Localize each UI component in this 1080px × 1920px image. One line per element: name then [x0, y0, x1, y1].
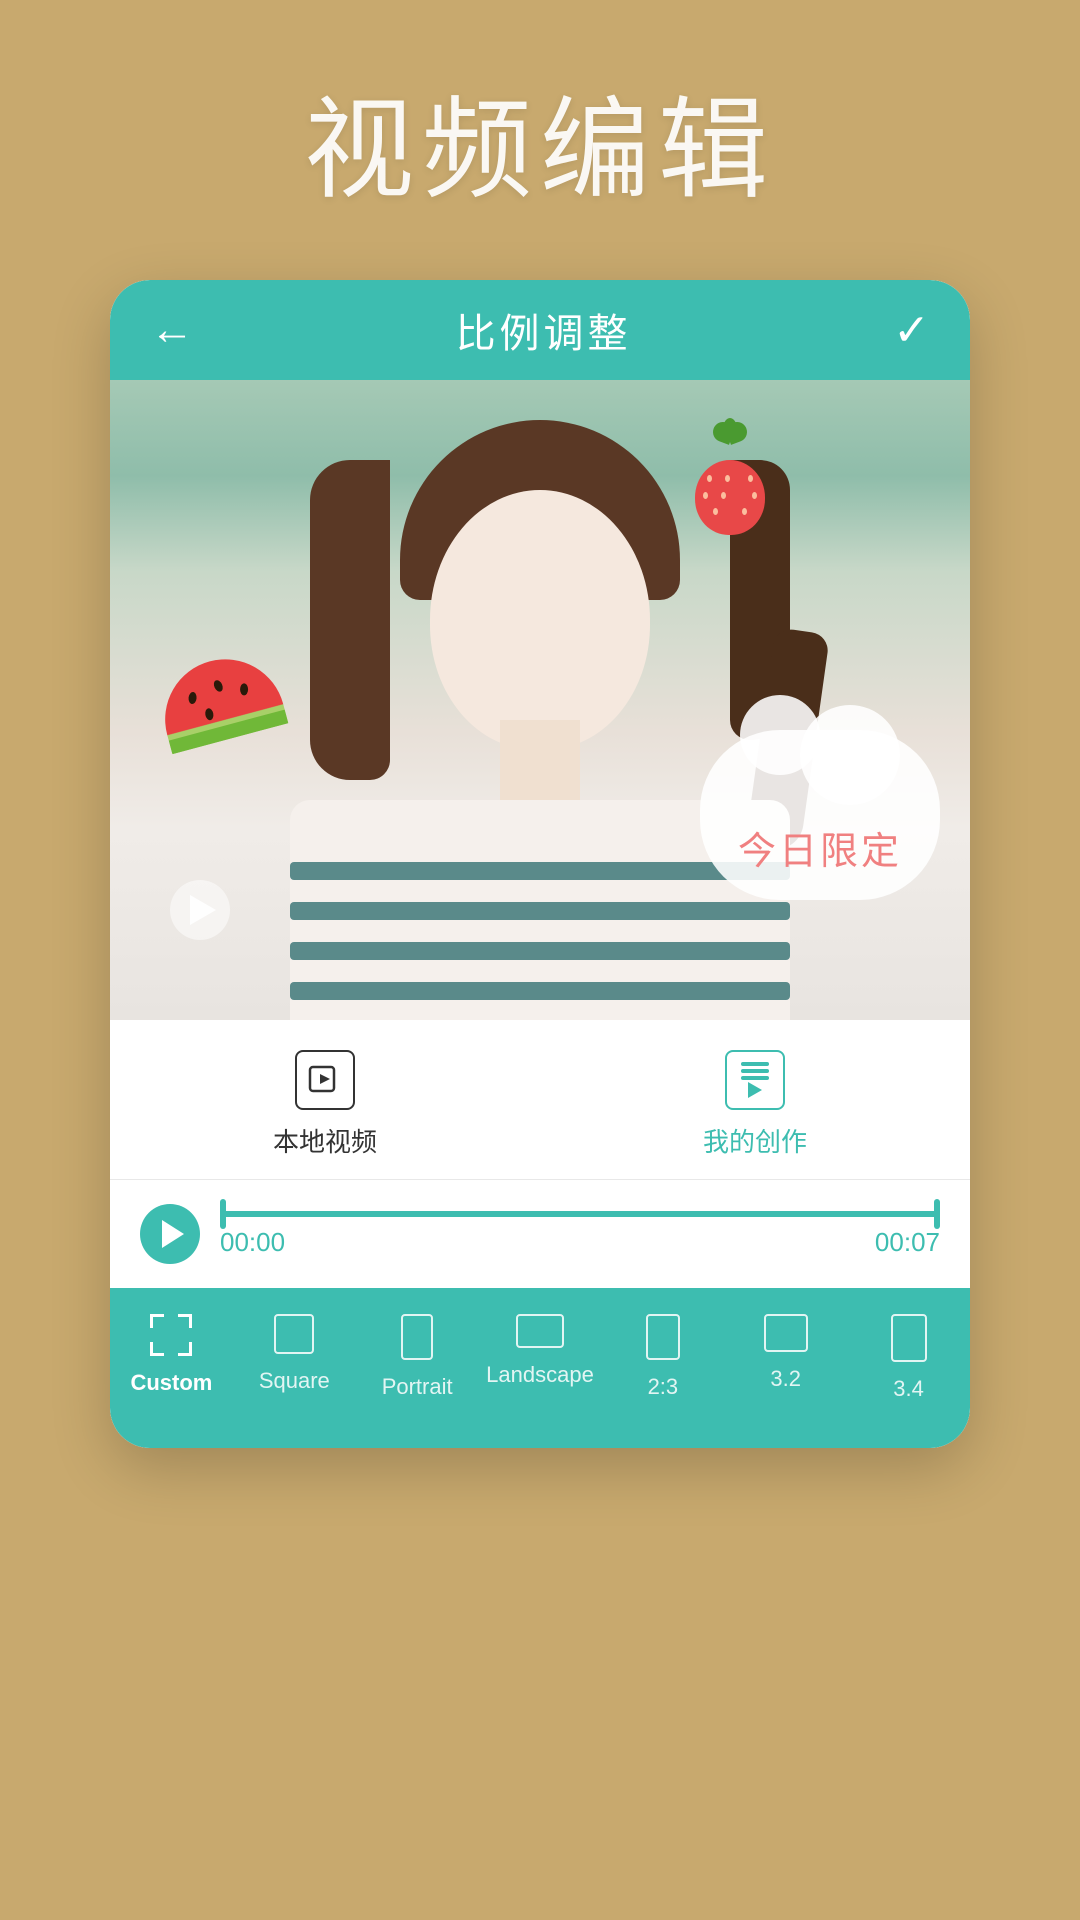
local-video-label: 本地视频 — [273, 1122, 377, 1159]
controls-area: 本地视频 我的创作 — [110, 1020, 970, 1180]
play-icon — [190, 895, 216, 925]
hair-left — [310, 460, 390, 780]
corner-tl — [150, 1314, 164, 1328]
wm-seed — [204, 708, 214, 721]
ratio-label-34: 3.4 — [893, 1376, 924, 1402]
strawberry-center-leaf — [723, 418, 737, 440]
phone-card: ← 比例调整 ✓ — [110, 280, 970, 1448]
ratio-item-custom[interactable]: Custom — [110, 1304, 233, 1396]
back-button[interactable]: ← — [150, 305, 194, 355]
timeline-area: 00:00 00:07 — [110, 1180, 970, 1288]
ratio-label-square: Square — [259, 1368, 330, 1394]
local-video-control[interactable]: 本地视频 — [273, 1050, 377, 1159]
ratio-icon-34 — [891, 1314, 927, 1362]
wm-seed — [188, 692, 197, 705]
header-title: 比例调整 — [456, 301, 632, 359]
watermelon-slice — [152, 646, 289, 754]
stripe — [290, 982, 790, 1000]
ratio-bar: Custom Square Portrait Landscape 2:3 — [110, 1288, 970, 1448]
timeline-track[interactable] — [220, 1211, 940, 1217]
s-seed — [707, 475, 712, 482]
ratio-item-32[interactable]: 3.2 — [724, 1304, 847, 1392]
ratio-icon-square — [274, 1314, 314, 1354]
ratio-icon-portrait — [401, 1314, 433, 1360]
play-overlay[interactable] — [170, 880, 230, 940]
strawberry-body — [695, 460, 765, 535]
ratio-item-portrait[interactable]: Portrait — [356, 1304, 479, 1400]
my-line — [741, 1076, 769, 1080]
ratio-item-landscape[interactable]: Landscape — [479, 1304, 602, 1388]
ratio-icon-23 — [646, 1314, 680, 1360]
timeline-end-time: 00:07 — [875, 1227, 940, 1258]
my-line — [741, 1062, 769, 1066]
ratio-label-23: 2:3 — [648, 1374, 679, 1400]
confirm-button[interactable]: ✓ — [893, 305, 930, 356]
timeline-times: 00:00 00:07 — [220, 1227, 940, 1258]
wm-seed — [212, 679, 224, 693]
corner-br — [178, 1342, 192, 1356]
s-seed — [713, 508, 718, 515]
ratio-item-23[interactable]: 2:3 — [601, 1304, 724, 1400]
card-header: ← 比例调整 ✓ — [110, 280, 970, 380]
face — [430, 490, 650, 750]
sticker-watermelon — [160, 660, 280, 790]
s-seed — [748, 475, 753, 482]
app-title: 视频编辑 — [304, 60, 776, 220]
s-seed — [703, 492, 708, 499]
ratio-label-portrait: Portrait — [382, 1374, 453, 1400]
timeline-thumb-left[interactable] — [220, 1199, 226, 1229]
neck — [500, 720, 580, 800]
corner-bl — [150, 1342, 164, 1356]
sticker-cloud: 今日限定 — [700, 730, 940, 900]
ratio-icon-landscape — [516, 1314, 564, 1348]
ratio-item-square[interactable]: Square — [233, 1304, 356, 1394]
timeline-thumb-right[interactable] — [934, 1199, 940, 1229]
timeline-play-button[interactable] — [140, 1204, 200, 1264]
wm-rind — [169, 710, 289, 755]
ratio-label-custom: Custom — [130, 1370, 212, 1396]
my-play-icon — [748, 1082, 762, 1098]
ratio-item-34[interactable]: 3.4 — [847, 1304, 970, 1402]
ratio-label-32: 3.2 — [770, 1366, 801, 1392]
s-seed — [752, 492, 757, 499]
local-video-icon — [295, 1050, 355, 1110]
s-seed — [725, 475, 730, 482]
timeline-start-time: 00:00 — [220, 1227, 285, 1258]
wm-seed — [240, 683, 248, 695]
page-wrapper: 视频编辑 ← 比例调整 ✓ — [0, 0, 1080, 1920]
ratio-icon-32 — [764, 1314, 808, 1352]
my-lines — [741, 1062, 769, 1080]
corner-tr — [178, 1314, 192, 1328]
stripe — [290, 942, 790, 960]
my-line — [741, 1069, 769, 1073]
my-creation-label: 我的创作 — [703, 1122, 807, 1159]
my-creation-icon — [725, 1050, 785, 1110]
timeline-track-wrapper: 00:00 00:07 — [220, 1211, 940, 1258]
local-video-svg — [308, 1063, 342, 1097]
timeline-play-icon — [162, 1220, 184, 1248]
sticker-strawberry — [690, 440, 770, 540]
stripe — [290, 902, 790, 920]
my-creation-control[interactable]: 我的创作 — [703, 1050, 807, 1159]
s-seed — [721, 492, 726, 499]
play-button[interactable] — [170, 880, 230, 940]
strawberry-seeds — [695, 460, 765, 535]
s-seed — [742, 508, 747, 515]
ratio-icon-custom — [150, 1314, 192, 1356]
video-area: 今日限定 — [110, 380, 970, 1020]
cloud-text: 今日限定 — [700, 820, 940, 875]
ratio-label-landscape: Landscape — [486, 1362, 594, 1388]
